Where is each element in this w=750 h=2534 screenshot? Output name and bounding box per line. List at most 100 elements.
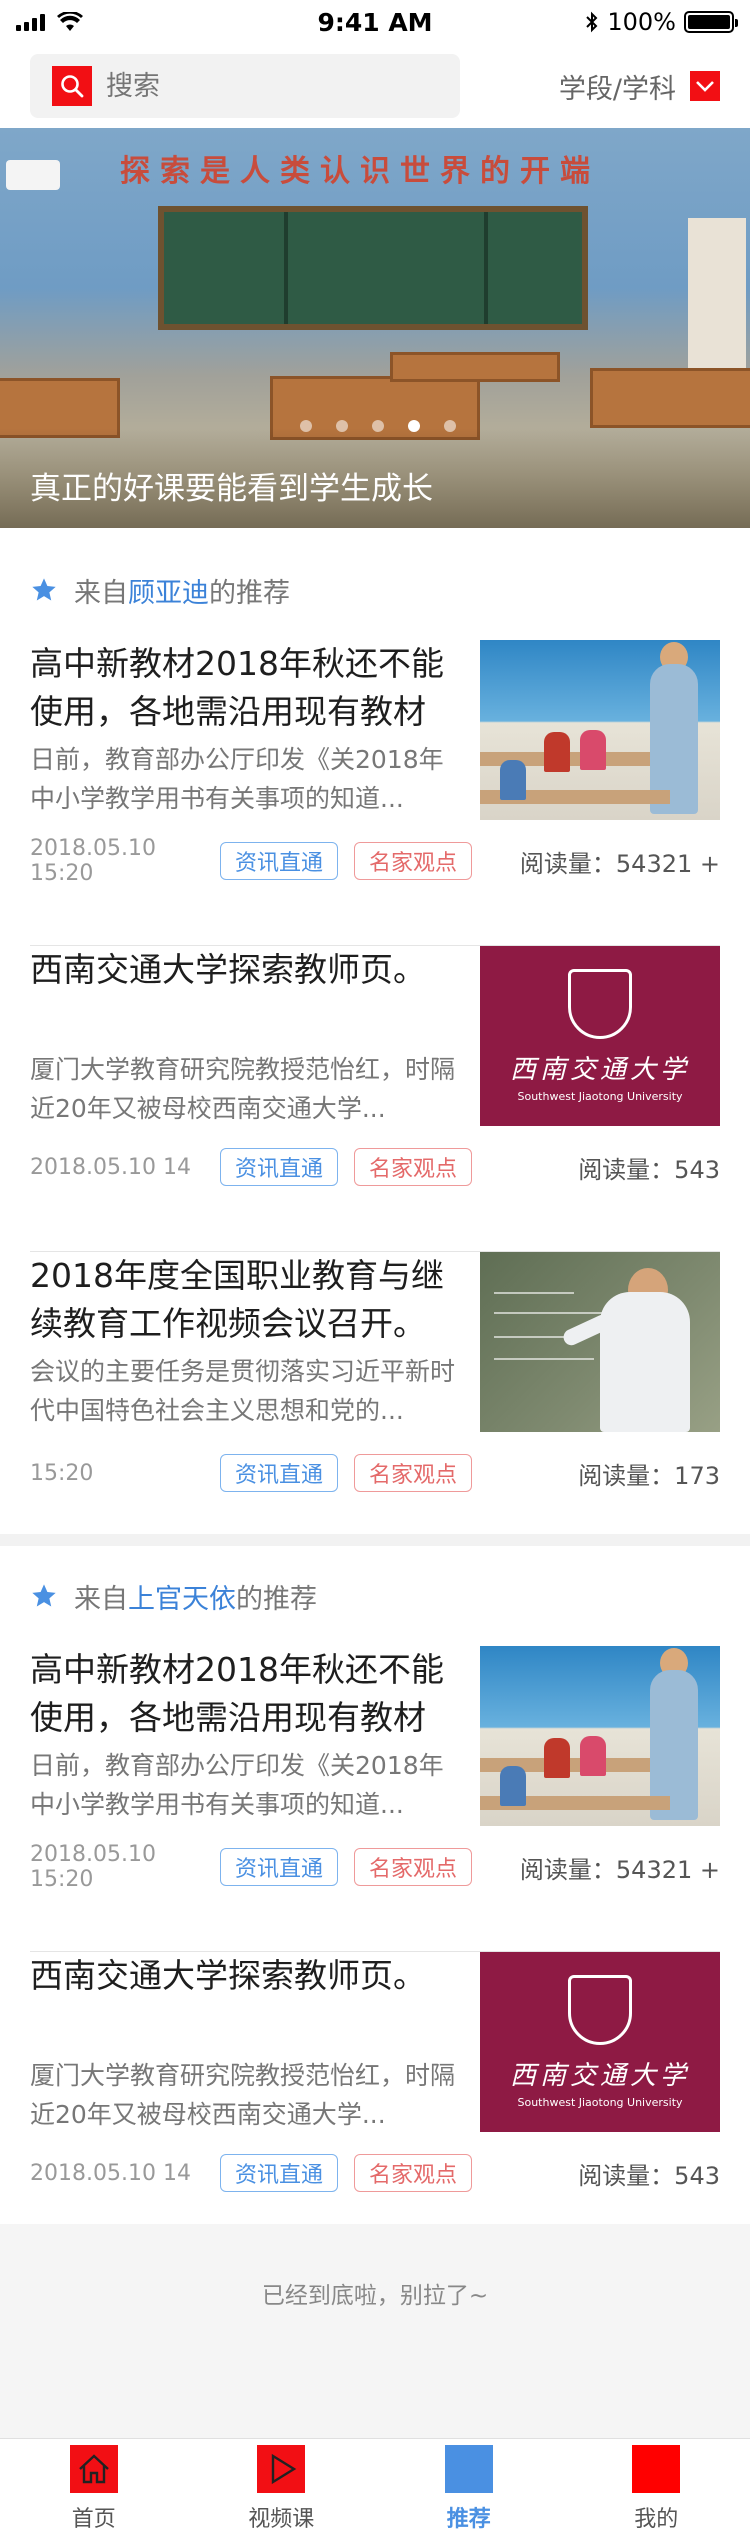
carousel-dot[interactable]	[408, 420, 420, 432]
search-icon	[52, 66, 92, 106]
article-summary: 会议的主要任务是贯彻落实习近平新时代中国特色社会主义思想和党的...	[30, 1357, 456, 1425]
article-date: 15:20	[30, 1460, 94, 1486]
tag-expert-opinion[interactable]: 名家观点	[354, 1454, 473, 1492]
article-thumbnail	[480, 1252, 720, 1432]
status-bar: 9:41 AM 100%	[0, 0, 750, 44]
carousel-dot[interactable]	[372, 420, 384, 432]
grade-subject-filter[interactable]: 学段/学科	[559, 67, 720, 106]
article-thumbnail	[480, 640, 720, 820]
university-name-cn: 西南交通大学	[509, 1055, 690, 1085]
article-meta: 2018.05.10 15:20 资讯直通 名家观点 阅读量：54321 +	[30, 836, 720, 886]
article-title: 西南交通大学探索教师页。	[30, 1956, 426, 1995]
article-title: 高中新教材2018年秋还不能使用，各地需沿用现有教材	[30, 1650, 444, 1737]
wifi-icon	[57, 12, 83, 31]
banner-wall-slogan: 探索是人类认识世界的开端	[120, 154, 600, 189]
read-count: 阅读量：543	[578, 2161, 720, 2190]
tag-expert-opinion[interactable]: 名家观点	[354, 1148, 473, 1186]
cellular-signal-icon	[16, 13, 45, 31]
read-count: 阅读量：173	[578, 1461, 720, 1490]
tab-home[interactable]: 首页	[0, 2439, 188, 2534]
chevron-down-icon	[690, 71, 720, 101]
article-thumbnail: 西南交通大学 Southwest Jiaotong University	[480, 1952, 720, 2132]
tag-expert-opinion[interactable]: 名家观点	[354, 2154, 473, 2192]
banner-carousel[interactable]: 探索是人类认识世界的开端 真正的好课要能看到学生成长	[0, 128, 750, 528]
list-end-area: 已经到底啦，别拉了~	[0, 2224, 750, 2438]
bottom-tab-bar: 首页 视频课 推荐 我的	[0, 2438, 750, 2534]
tag-news[interactable]: 资讯直通	[220, 1148, 339, 1186]
article-card[interactable]: 西南交通大学探索教师页。 厦门大学教育研究院教授范怡红，时隔近20年又被母校西南…	[30, 1952, 720, 2258]
banner-blackboard	[158, 206, 588, 330]
tag-news[interactable]: 资讯直通	[220, 1848, 339, 1886]
article-title: 高中新教材2018年秋还不能使用，各地需沿用现有教材	[30, 644, 444, 731]
play-icon	[257, 2445, 306, 2493]
article-meta: 2018.05.10 15:20 资讯直通 名家观点 阅读量：54321 +	[30, 1842, 720, 1892]
search-input[interactable]	[106, 70, 406, 102]
battery-level	[688, 15, 730, 29]
battery-icon	[684, 11, 738, 33]
banner-desk	[390, 352, 560, 382]
tab-profile[interactable]: 我的	[563, 2439, 750, 2534]
article-summary: 厦门大学教育研究院教授范怡红，时隔近20年又被母校西南交通大学...	[30, 1055, 456, 1123]
recommend-icon	[444, 2445, 493, 2493]
search-header: 学段/学科	[0, 44, 750, 128]
recommendation-header: 来自 上官天依 的推荐	[30, 1576, 317, 1616]
home-icon	[69, 2445, 118, 2493]
recommender-name[interactable]: 顾亚迪	[128, 571, 209, 610]
article-card[interactable]: 2018年度全国职业教育与继续教育工作视频会议召开。 会议的主要任务是贯彻落实习…	[30, 1252, 720, 1558]
tag-news[interactable]: 资讯直通	[220, 842, 339, 880]
tag-expert-opinion[interactable]: 名家观点	[354, 842, 473, 880]
article-card[interactable]: 高中新教材2018年秋还不能使用，各地需沿用现有教材 日前，教育部办公厅印发《关…	[30, 1646, 720, 1952]
tag-expert-opinion[interactable]: 名家观点	[354, 1848, 473, 1886]
carousel-dot[interactable]	[336, 420, 348, 432]
carousel-dot[interactable]	[444, 420, 456, 432]
battery-percent: 100%	[607, 8, 676, 36]
university-name-en: Southwest Jiaotong University	[517, 1090, 683, 1103]
read-count: 阅读量：54321 +	[519, 1855, 720, 1884]
banner-air-conditioner	[6, 160, 60, 190]
tag-news[interactable]: 资讯直通	[220, 2154, 339, 2192]
article-date: 2018.05.10 14	[30, 2160, 191, 2186]
carousel-indicator[interactable]	[300, 420, 456, 432]
profile-icon	[632, 2445, 681, 2493]
article-summary: 日前，教育部办公厅印发《关2018年中小学教学用书有关事项的知道...	[30, 745, 444, 813]
university-name-cn: 西南交通大学	[509, 2061, 690, 2091]
bluetooth-icon	[586, 11, 598, 33]
tab-label: 推荐	[446, 2507, 491, 2532]
tag-news[interactable]: 资讯直通	[220, 1454, 339, 1492]
tab-label: 首页	[71, 2507, 116, 2532]
article-thumbnail: 西南交通大学 Southwest Jiaotong University	[480, 946, 720, 1126]
article-title: 2018年度全国职业教育与继续教育工作视频会议召开。	[30, 1256, 444, 1343]
star-icon	[32, 578, 56, 601]
article-meta: 2018.05.10 14 资讯直通 名家观点 阅读量：543	[30, 2154, 720, 2192]
university-name-en: Southwest Jiaotong University	[517, 2096, 683, 2109]
article-meta: 15:20 资讯直通 名家观点 阅读量：173	[30, 1454, 720, 1492]
university-logo	[568, 1975, 632, 2045]
article-summary: 日前，教育部办公厅印发《关2018年中小学教学用书有关事项的知道...	[30, 1751, 444, 1819]
read-count: 阅读量：54321 +	[519, 849, 720, 878]
filter-label: 学段/学科	[558, 73, 676, 105]
banner-desk	[590, 368, 750, 428]
article-date: 2018.05.10 15:20	[30, 836, 156, 886]
banner-caption: 真正的好课要能看到学生成长	[30, 471, 433, 507]
tab-video-courses[interactable]: 视频课	[188, 2439, 376, 2534]
article-date: 2018.05.10 14	[30, 1154, 191, 1180]
article-card[interactable]: 西南交通大学探索教师页。 厦门大学教育研究院教授范怡红，时隔近20年又被母校西南…	[30, 946, 720, 1252]
star-icon	[32, 1584, 56, 1607]
end-of-list-text: 已经到底啦，别拉了~	[261, 2283, 489, 2309]
article-thumbnail	[480, 1646, 720, 1826]
recommender-name[interactable]: 上官天依	[128, 1577, 236, 1616]
tab-recommend[interactable]: 推荐	[375, 2439, 563, 2534]
article-summary: 厦门大学教育研究院教授范怡红，时隔近20年又被母校西南交通大学...	[30, 2061, 456, 2129]
carousel-dot[interactable]	[300, 420, 312, 432]
tab-label: 我的	[634, 2507, 679, 2532]
recommendation-header: 来自 顾亚迪 的推荐	[30, 570, 290, 610]
article-card[interactable]: 高中新教材2018年秋还不能使用，各地需沿用现有教材 日前，教育部办公厅印发《关…	[30, 640, 720, 946]
tab-label: 视频课	[248, 2507, 315, 2532]
article-title: 西南交通大学探索教师页。	[30, 950, 426, 989]
search-bar[interactable]	[30, 54, 460, 118]
article-meta: 2018.05.10 14 资讯直通 名家观点 阅读量：543	[30, 1148, 720, 1186]
article-date: 2018.05.10 15:20	[30, 1842, 156, 1892]
read-count: 阅读量：543	[578, 1155, 720, 1184]
university-logo	[568, 969, 632, 1039]
section-divider	[0, 1534, 750, 1546]
